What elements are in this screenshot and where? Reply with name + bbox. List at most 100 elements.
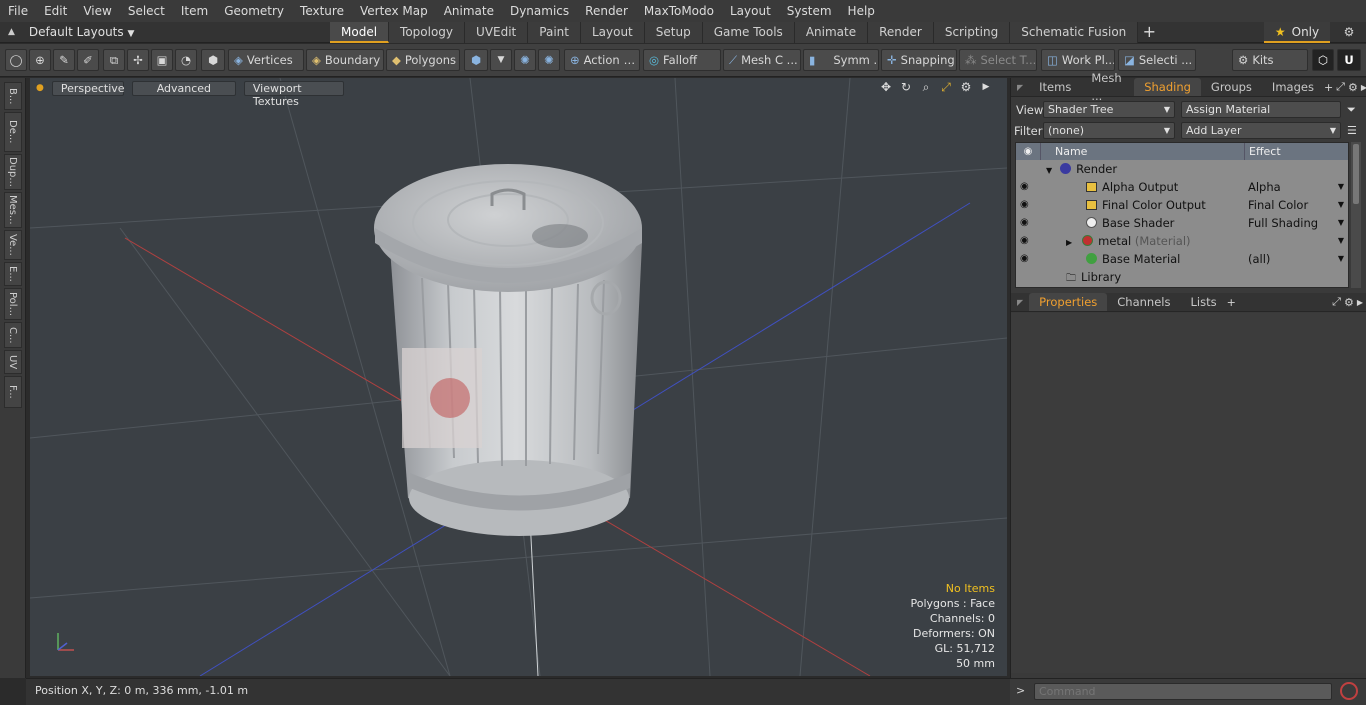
layouts-selector[interactable]: ▲ Default Layouts ▼ bbox=[0, 22, 330, 43]
polygons-button[interactable]: ◆ Polygons bbox=[386, 49, 460, 71]
panel-gear-icon[interactable]: ⚙ bbox=[1348, 81, 1358, 94]
tab-model[interactable]: Model bbox=[330, 21, 390, 43]
add-panel-tab-icon[interactable]: + bbox=[1324, 81, 1333, 94]
left-tab-polygon[interactable]: Pol... bbox=[4, 288, 22, 320]
command-input[interactable] bbox=[1034, 683, 1332, 700]
menu-help[interactable]: Help bbox=[840, 0, 883, 22]
record-icon[interactable] bbox=[1340, 682, 1358, 700]
menu-select[interactable]: Select bbox=[120, 0, 173, 22]
symmetry-y-button[interactable]: ✺ bbox=[538, 49, 560, 71]
left-tab-mesh-edit[interactable]: Mes... bbox=[4, 192, 22, 228]
only-toggle[interactable]: ★ Only bbox=[1264, 22, 1330, 43]
eye-icon[interactable]: ◉ bbox=[1020, 178, 1034, 196]
view-dropdown[interactable]: Shader Tree ▼ bbox=[1043, 101, 1175, 118]
tab-layout[interactable]: Layout bbox=[580, 21, 645, 43]
panel-arrow-icon[interactable]: ▶ bbox=[1357, 298, 1363, 307]
tree-row-base-shader[interactable]: ◉ Base Shader Full Shading ▼ bbox=[1016, 214, 1348, 232]
expand-panel-icon[interactable]: ⤢ bbox=[1336, 80, 1345, 94]
boundary-button[interactable]: ◈ Boundary bbox=[306, 49, 384, 71]
add-tab-button[interactable]: + bbox=[1138, 22, 1160, 43]
filter-dropdown[interactable]: (none) ▼ bbox=[1043, 122, 1175, 139]
selection-sets-button[interactable]: ◪ Selecti ... bbox=[1118, 49, 1196, 71]
eye-icon[interactable]: ◉ bbox=[1020, 232, 1034, 250]
assign-material-dropdown[interactable]: Assign Material bbox=[1181, 101, 1341, 118]
column-name[interactable]: Name bbox=[1040, 143, 1244, 160]
symmetry-x-button[interactable]: ✺ bbox=[514, 49, 536, 71]
eye-icon[interactable]: ◉ bbox=[1020, 214, 1034, 232]
viewport-gear-icon[interactable]: ⚙ bbox=[959, 80, 973, 94]
action-center-button[interactable]: ⊕ Action… bbox=[564, 49, 640, 71]
effect-dropdown[interactable]: Final Color ▼ bbox=[1248, 196, 1346, 214]
effect-dropdown[interactable]: Alpha ▼ bbox=[1248, 178, 1346, 196]
tree-row-render[interactable]: ▼ Render bbox=[1016, 160, 1348, 178]
material-mode-button[interactable]: ⬢ bbox=[464, 49, 488, 71]
tab-lists[interactable]: Lists bbox=[1181, 293, 1227, 311]
tab-game-tools[interactable]: Game Tools bbox=[702, 21, 795, 43]
tab-images[interactable]: Images bbox=[1262, 78, 1324, 96]
menu-animate[interactable]: Animate bbox=[436, 0, 502, 22]
tab-uvedit[interactable]: UVEdit bbox=[465, 21, 529, 43]
tree-row-alpha-output[interactable]: ◉ Alpha Output Alpha ▼ bbox=[1016, 178, 1348, 196]
left-tab-basic[interactable]: B... bbox=[4, 82, 22, 110]
tab-channels[interactable]: Channels bbox=[1107, 293, 1180, 311]
tab-paint[interactable]: Paint bbox=[528, 21, 581, 43]
tree-row-metal[interactable]: ◉ ▶ metal (Material) ▼ bbox=[1016, 232, 1348, 250]
viewport-textures-dropdown[interactable]: Viewport Textures bbox=[243, 80, 344, 108]
left-tab-uv[interactable]: UV bbox=[4, 350, 22, 374]
tree-row-base-material[interactable]: ◉ Base Material (all) ▼ bbox=[1016, 250, 1348, 268]
tab-setup[interactable]: Setup bbox=[644, 21, 703, 43]
menu-edit[interactable]: Edit bbox=[36, 0, 75, 22]
effect-dropdown[interactable]: Full Shading ▼ bbox=[1248, 214, 1346, 232]
circle-select-button[interactable]: ◯ bbox=[5, 49, 27, 71]
left-tab-curve[interactable]: C... bbox=[4, 322, 22, 348]
pen-button[interactable]: ✎ bbox=[53, 49, 75, 71]
snapping-button[interactable]: ✛ Snapping bbox=[881, 49, 957, 71]
tab-scripting[interactable]: Scripting bbox=[933, 21, 1011, 43]
pan-icon[interactable]: ✥ bbox=[879, 80, 893, 94]
tab-schematic-fusion[interactable]: Schematic Fusion bbox=[1010, 21, 1139, 43]
brush-button[interactable]: ✐ bbox=[77, 49, 99, 71]
eye-icon[interactable]: ◉ bbox=[1020, 250, 1034, 268]
menu-dynamics[interactable]: Dynamics bbox=[502, 0, 577, 22]
scale-button[interactable]: ▣ bbox=[151, 49, 173, 71]
left-tab-edge[interactable]: E... bbox=[4, 262, 22, 286]
eye-icon[interactable]: ◉ bbox=[1020, 196, 1034, 214]
menu-maxtomodo[interactable]: MaxToModo bbox=[636, 0, 722, 22]
panel-gear-icon[interactable]: ⚙ bbox=[1344, 296, 1354, 309]
symmetry-button[interactable]: ▮Symm ... bbox=[803, 49, 879, 71]
rotate-button[interactable]: ◔ bbox=[175, 49, 197, 71]
tree-row-final-color-output[interactable]: ◉ Final Color Output Final Color ▼ bbox=[1016, 196, 1348, 214]
move-button[interactable]: ✢ bbox=[127, 49, 149, 71]
menu-view[interactable]: View bbox=[75, 0, 119, 22]
tab-animate[interactable]: Animate bbox=[794, 21, 869, 43]
tab-properties[interactable]: Properties bbox=[1029, 293, 1108, 311]
add-properties-tab-icon[interactable]: + bbox=[1227, 296, 1236, 309]
unity-button[interactable]: ⬡ bbox=[1312, 49, 1334, 71]
maximize-icon[interactable]: ⤢ bbox=[939, 80, 953, 94]
effect-dropdown[interactable]: (all) ▼ bbox=[1248, 250, 1346, 268]
column-effect[interactable]: Effect bbox=[1244, 143, 1281, 160]
list-options-icon[interactable]: ☰ bbox=[1347, 124, 1357, 137]
kits-button[interactable]: ⚙ Kits bbox=[1232, 49, 1308, 71]
panel-arrow-icon[interactable]: ▶ bbox=[1361, 83, 1366, 92]
expand-arrow-icon[interactable]: ▶ bbox=[1066, 238, 1072, 247]
left-tab-vertex[interactable]: Ve... bbox=[4, 230, 22, 260]
triangle-right-icon[interactable]: ▶ bbox=[979, 80, 993, 94]
expand-panel-icon[interactable]: ⤢ bbox=[1332, 295, 1341, 309]
menu-render[interactable]: Render bbox=[577, 0, 636, 22]
item-mode-button[interactable]: ⬢ bbox=[201, 49, 225, 71]
collapse-arrow-icon[interactable]: ▼ bbox=[1046, 166, 1052, 175]
falloff-button[interactable]: ◎ Falloff bbox=[643, 49, 721, 71]
work-plane-button[interactable]: ◫ Work Pl... bbox=[1041, 49, 1115, 71]
tab-items[interactable]: Items bbox=[1029, 78, 1081, 96]
left-tab-fusion[interactable]: F... bbox=[4, 376, 22, 408]
zoom-icon[interactable]: ⌕ bbox=[919, 80, 933, 94]
mesh-constraints-button[interactable]: ⟋ Mesh C ... bbox=[723, 49, 801, 71]
gear-icon[interactable]: ⚙ bbox=[1338, 22, 1360, 43]
tab-shading[interactable]: Shading bbox=[1134, 78, 1201, 96]
transform-button[interactable]: ⧉ bbox=[103, 49, 125, 71]
menu-item[interactable]: Item bbox=[173, 0, 216, 22]
left-tab-deform[interactable]: De... bbox=[4, 112, 22, 152]
tree-row-library[interactable]: 🗀 Library bbox=[1016, 268, 1348, 286]
mode-dropdown-button[interactable]: ▼ bbox=[490, 49, 512, 71]
